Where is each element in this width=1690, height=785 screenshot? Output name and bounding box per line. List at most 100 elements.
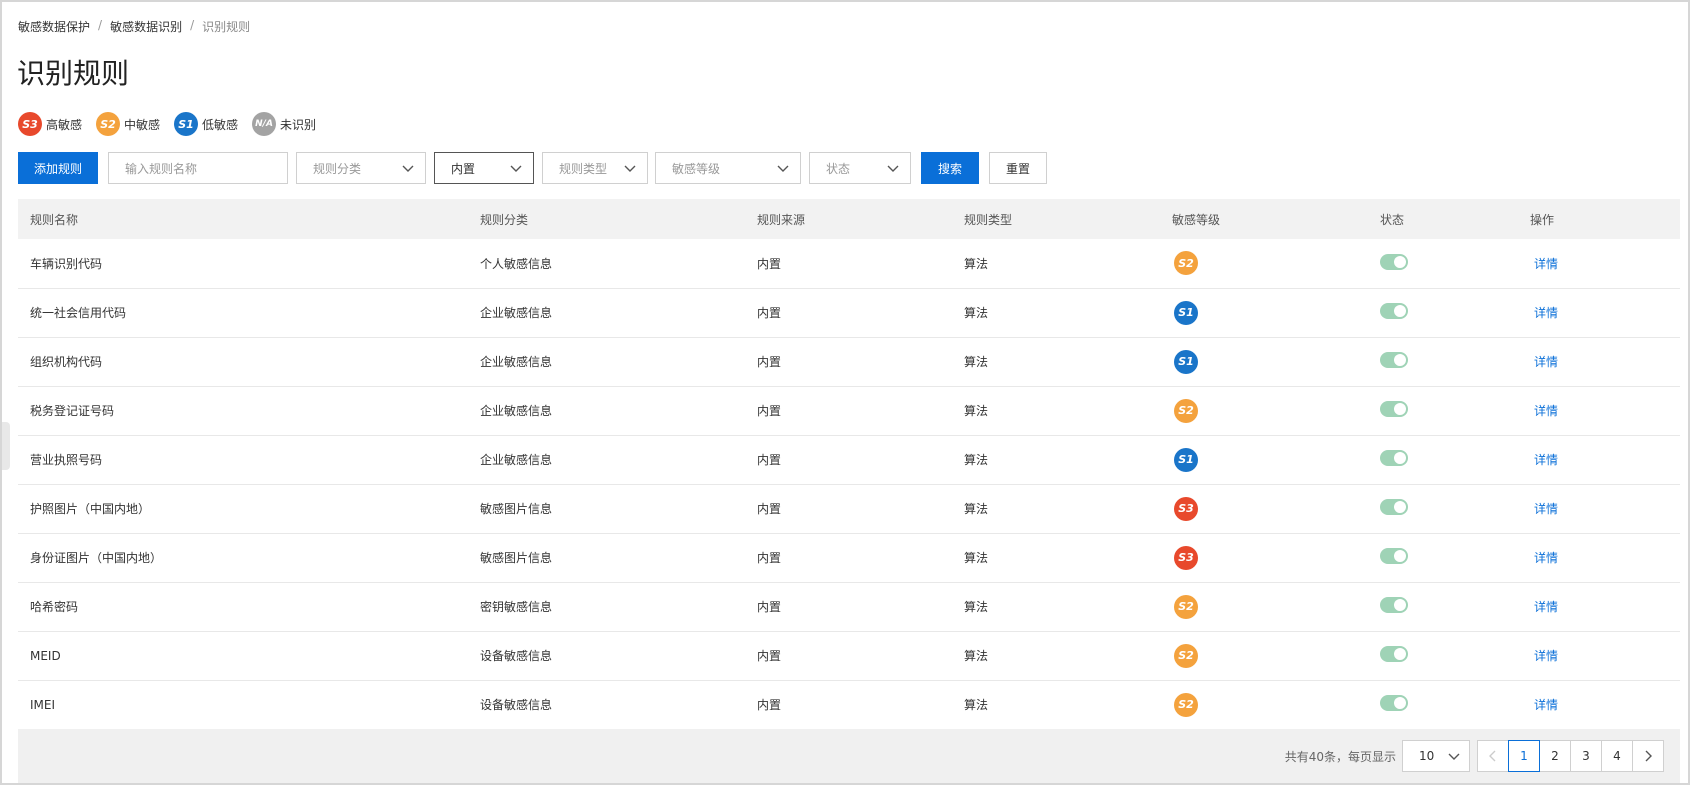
rule-name: 组织机构代码 xyxy=(30,355,103,369)
pagination: 共有40条，每页显示 10 1 2 3 4 xyxy=(1285,740,1664,772)
rule-category: 企业敏感信息 xyxy=(480,306,553,320)
status-select[interactable]: 状态 xyxy=(809,152,911,184)
rules-table: 规则名称 规则分类 规则来源 规则类型 敏感等级 状态 操作 车辆识别代码 个人敏… xyxy=(18,199,1680,730)
status-toggle[interactable] xyxy=(1380,548,1408,564)
rule-level-cell: S1 xyxy=(1160,435,1368,484)
s2-badge-icon: S2 xyxy=(96,112,121,136)
rule-source: 内置 xyxy=(757,453,782,467)
s1-badge-icon: S1 xyxy=(174,112,199,136)
table-row: 护照图片（中国内地） 敏感图片信息 内置 算法 S3 详情 xyxy=(18,484,1680,533)
rule-action-cell: 详情 xyxy=(1518,631,1680,680)
search-button[interactable]: 搜索 xyxy=(921,152,979,184)
legend-item-s3: S3 高敏感 xyxy=(18,112,82,136)
rule-status-cell xyxy=(1368,239,1518,288)
rule-category: 设备敏感信息 xyxy=(480,698,553,712)
table-footer: 共有40条，每页显示 10 1 2 3 4 xyxy=(18,729,1680,783)
chevron-down-icon xyxy=(887,165,899,172)
breadcrumb-item-data-identification[interactable]: 敏感数据识别 xyxy=(110,18,182,35)
rule-level-cell: S2 xyxy=(1160,386,1368,435)
detail-link[interactable]: 详情 xyxy=(1534,698,1558,712)
rule-action-cell: 详情 xyxy=(1518,582,1680,631)
chevron-left-icon xyxy=(1489,750,1496,762)
na-badge-icon: N/A xyxy=(252,112,277,136)
rule-source: 内置 xyxy=(757,306,782,320)
prev-page-button[interactable] xyxy=(1477,740,1509,772)
column-header: 规则来源 xyxy=(757,212,806,227)
rule-action-cell: 详情 xyxy=(1518,239,1680,288)
breadcrumb-item-data-protection[interactable]: 敏感数据保护 xyxy=(18,18,90,35)
page-button-1[interactable]: 1 xyxy=(1508,740,1540,772)
rule-source: 内置 xyxy=(757,600,782,614)
table-row: 营业执照号码 企业敏感信息 内置 算法 S1 详情 xyxy=(18,435,1680,484)
detail-link[interactable]: 详情 xyxy=(1534,306,1558,320)
rule-status-cell xyxy=(1368,337,1518,386)
detail-link[interactable]: 详情 xyxy=(1534,404,1558,418)
status-toggle[interactable] xyxy=(1380,646,1408,662)
rule-status-cell xyxy=(1368,288,1518,337)
status-toggle[interactable] xyxy=(1380,352,1408,368)
breadcrumb-item-current: 识别规则 xyxy=(202,20,251,34)
detail-link[interactable]: 详情 xyxy=(1534,257,1558,271)
rule-status-cell xyxy=(1368,582,1518,631)
detail-link[interactable]: 详情 xyxy=(1534,453,1558,467)
status-toggle[interactable] xyxy=(1380,401,1408,417)
table-row: 组织机构代码 企业敏感信息 内置 算法 S1 详情 xyxy=(18,337,1680,386)
page-button-3[interactable]: 3 xyxy=(1570,740,1602,772)
rule-status-cell xyxy=(1368,533,1518,582)
category-select-value: 规则分类 xyxy=(313,161,362,176)
rule-level-cell: S1 xyxy=(1160,337,1368,386)
rule-status-cell xyxy=(1368,386,1518,435)
detail-link[interactable]: 详情 xyxy=(1534,551,1558,565)
status-toggle[interactable] xyxy=(1380,499,1408,515)
page-size-select[interactable]: 10 xyxy=(1402,740,1470,772)
level-select[interactable]: 敏感等级 xyxy=(655,152,801,184)
category-select[interactable]: 规则分类 xyxy=(296,152,426,184)
table-row: 车辆识别代码 个人敏感信息 内置 算法 S2 详情 xyxy=(18,239,1680,288)
reset-button[interactable]: 重置 xyxy=(989,152,1047,184)
rule-type: 算法 xyxy=(964,649,989,663)
legend-label: 未识别 xyxy=(280,117,317,132)
type-select-value: 规则类型 xyxy=(559,161,608,176)
status-toggle[interactable] xyxy=(1380,253,1408,270)
total-count-text: 共有40条，每页显示 xyxy=(1284,749,1396,764)
rule-name: 营业执照号码 xyxy=(30,453,103,467)
rule-name-search-input[interactable]: 输入规则名称 xyxy=(108,152,288,184)
column-header: 状态 xyxy=(1380,212,1405,227)
level-select-value: 敏感等级 xyxy=(672,161,721,176)
rule-source: 内置 xyxy=(757,256,782,271)
page-frame: 敏感数据保护 / 敏感数据识别 / 识别规则 识别规则 S3 高敏感 S2 中敏… xyxy=(0,0,1690,785)
source-select[interactable]: 内置 xyxy=(434,152,534,184)
sidebar-collapse-handle[interactable] xyxy=(2,422,10,470)
legend-label: 中敏感 xyxy=(124,117,161,132)
rule-source: 内置 xyxy=(757,355,782,369)
sensitivity-legend: S3 高敏感 S2 中敏感 S1 低敏感 N/A 未识别 xyxy=(18,112,316,136)
rule-type: 算法 xyxy=(964,355,989,369)
s3-badge-icon: S3 xyxy=(18,112,42,136)
status-toggle[interactable] xyxy=(1380,303,1408,319)
detail-link[interactable]: 详情 xyxy=(1534,355,1558,369)
next-page-button[interactable] xyxy=(1632,740,1664,772)
column-header: 规则类型 xyxy=(964,212,1013,227)
page-button-2[interactable]: 2 xyxy=(1539,740,1571,772)
add-rule-button[interactable]: 添加规则 xyxy=(18,152,98,184)
detail-link[interactable]: 详情 xyxy=(1534,502,1558,516)
rule-level-cell: S2 xyxy=(1160,680,1368,729)
detail-link[interactable]: 详情 xyxy=(1534,649,1558,663)
rule-status-cell xyxy=(1368,435,1518,484)
detail-link[interactable]: 详情 xyxy=(1534,600,1558,614)
column-header: 规则名称 xyxy=(30,212,79,227)
type-select[interactable]: 规则类型 xyxy=(542,152,648,184)
page-button-4[interactable]: 4 xyxy=(1601,740,1633,772)
status-toggle[interactable] xyxy=(1380,597,1408,613)
status-toggle[interactable] xyxy=(1380,695,1408,711)
table-row: MEID 设备敏感信息 内置 算法 S2 详情 xyxy=(18,631,1680,680)
sensitivity-badge-icon: S2 xyxy=(1174,643,1198,668)
rule-level-cell: S3 xyxy=(1160,533,1368,582)
chevron-down-icon xyxy=(777,165,789,172)
breadcrumb-separator: / xyxy=(190,18,195,32)
rule-action-cell: 详情 xyxy=(1518,533,1680,582)
table-header-row: 规则名称 规则分类 规则来源 规则类型 敏感等级 状态 操作 xyxy=(18,199,1680,239)
table-row: 哈希密码 密钥敏感信息 内置 算法 S2 详情 xyxy=(18,582,1680,631)
status-toggle[interactable] xyxy=(1380,450,1408,466)
table-row: 税务登记证号码 企业敏感信息 内置 算法 S2 详情 xyxy=(18,386,1680,435)
